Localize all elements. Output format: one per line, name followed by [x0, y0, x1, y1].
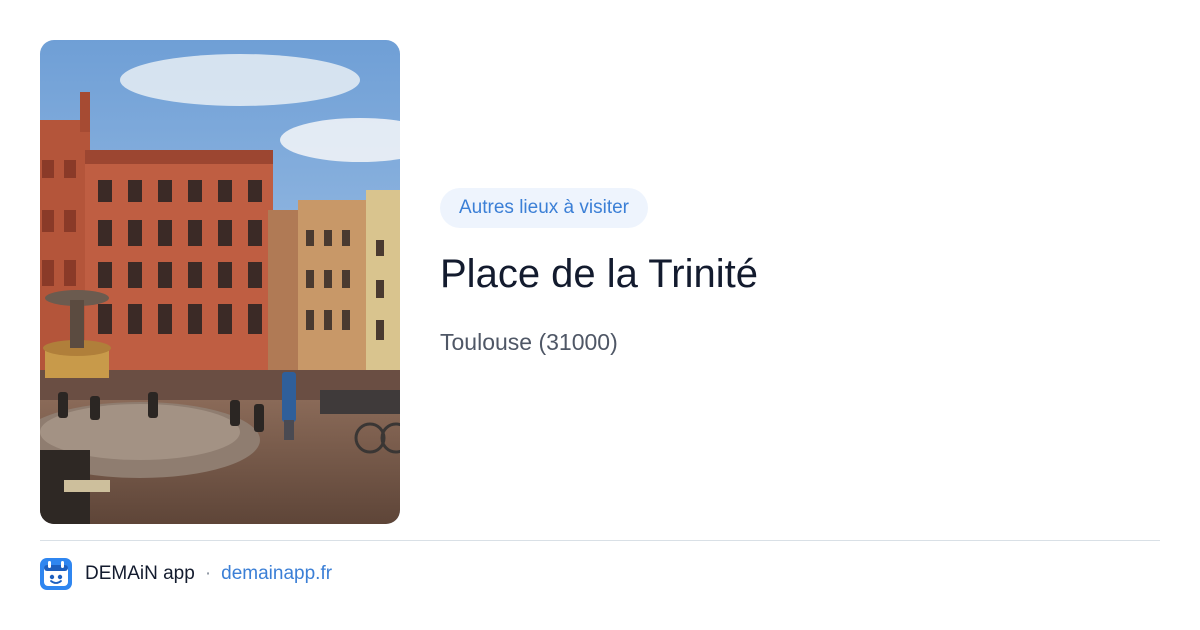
footer: DEMAiN app · demainapp.fr — [40, 558, 332, 590]
place-location: Toulouse (31000) — [440, 329, 618, 355]
share-card: Autres lieux à visiter Place de la Trini… — [0, 0, 1200, 630]
place-photo — [40, 40, 400, 524]
demain-app-logo-icon — [40, 558, 72, 590]
brand-name: DEMAiN app — [85, 563, 195, 584]
place-info: Autres lieux à visiter Place de la Trini… — [440, 188, 1140, 356]
category-tag[interactable]: Autres lieux à visiter — [440, 188, 649, 228]
footer-separator: · — [204, 563, 212, 584]
domain-link[interactable]: demainapp.fr — [221, 563, 332, 585]
place-title: Place de la Trinité — [440, 252, 758, 296]
footer-divider — [40, 540, 1160, 541]
